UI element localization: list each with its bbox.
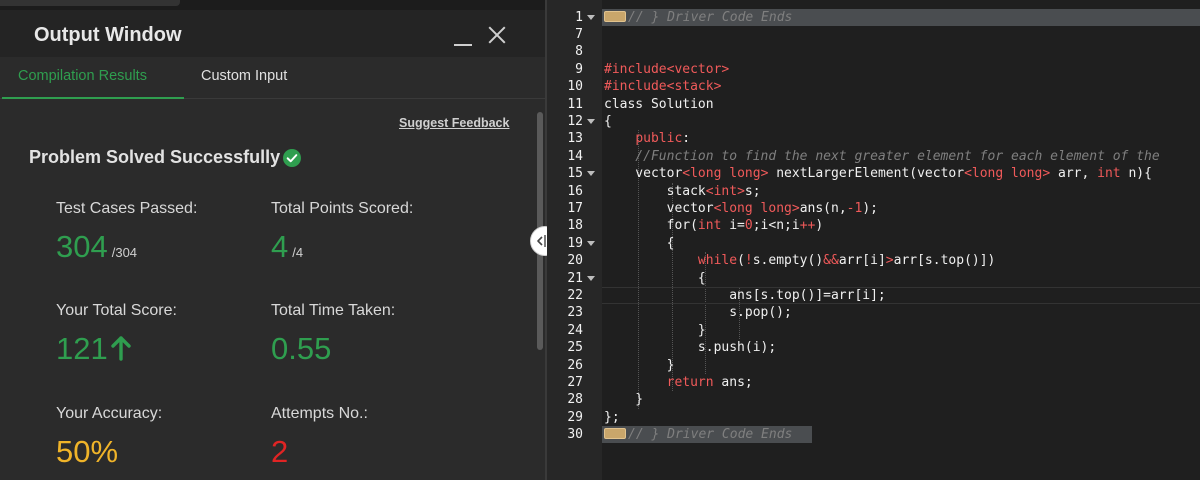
arrow-up-icon <box>111 336 131 361</box>
code-line: public: <box>635 131 691 147</box>
test-cases-passed: 304 <box>56 229 108 264</box>
line-number: 28 <box>567 392 583 408</box>
code-line: }; <box>604 409 620 425</box>
accuracy-value: 50% <box>56 434 119 469</box>
close-icon[interactable] <box>487 24 507 44</box>
test-cases-total: /304 <box>111 245 138 260</box>
code-line: return ans; <box>666 374 753 390</box>
line-number: 23 <box>567 305 583 321</box>
code-line: //Function to find the next greater elem… <box>604 148 1160 164</box>
output-window-titlebar: Output Window <box>0 10 545 57</box>
points-value: 4/4 <box>271 229 303 265</box>
line-number: 21 <box>567 270 583 286</box>
line-number: 27 <box>567 374 583 390</box>
code-line: s.pop(); <box>604 305 792 321</box>
code-line: vector<long long>ans(n,-1); <box>604 200 878 216</box>
line-number: 16 <box>567 183 583 199</box>
line-number: 30 <box>567 427 583 443</box>
line-number: 11 <box>567 96 583 112</box>
check-circle-icon <box>283 148 302 167</box>
total-score-label: Your Total Score: <box>56 302 177 319</box>
code-editor[interactable]: 1 7 8 9 10 11 12 13 14 15 16 17 18 19 20 21 22 23 24 25 26 27… <box>547 0 1200 480</box>
code-line: } <box>604 322 706 338</box>
minimize-icon[interactable] <box>452 28 474 48</box>
total-score-value: 121 <box>56 331 132 367</box>
fold-arrow-icon[interactable] <box>587 274 595 282</box>
total-score: 121 <box>56 331 108 366</box>
fold-arrow-icon[interactable] <box>587 239 595 247</box>
output-window: Output Window Compilation Results Custom… <box>0 0 545 480</box>
code-line: vector<long long> nextLargerElement(vect… <box>604 166 1152 182</box>
points-scored: 4 <box>271 229 289 264</box>
code-line: #include<vector> <box>604 61 730 77</box>
tab-custom-input[interactable]: Custom Input <box>201 68 287 84</box>
fold-arrow-icon[interactable] <box>587 117 595 125</box>
time-taken-value: 0.55 <box>271 331 332 366</box>
line-number-gutter: 1 7 8 9 10 11 12 13 14 15 16 17 18 19 20 21 22 23 24 25 26 27… <box>547 0 597 480</box>
status-text: Problem Solved Successfully <box>29 147 281 167</box>
code-line: } <box>604 392 644 408</box>
fold-arrow-icon[interactable] <box>587 169 595 177</box>
status-title: Problem Solved Successfully <box>29 147 302 168</box>
code-line: { <box>604 235 675 251</box>
code-line: while(!s.empty()&&arr[i]>arr[s.top()]) <box>697 253 996 269</box>
code-line: } <box>604 357 675 373</box>
active-tab-indicator <box>2 97 184 99</box>
code-line: stack<int>s; <box>604 183 761 199</box>
accuracy-label: Your Accuracy: <box>56 405 163 422</box>
code-line: // } Driver Code Ends <box>604 426 792 443</box>
fold-marker-icon[interactable] <box>604 428 626 440</box>
code-line: class Solution <box>604 96 714 112</box>
line-number: 18 <box>567 218 583 234</box>
line-number: 24 <box>567 322 583 338</box>
line-number: 8 <box>575 44 583 60</box>
line-number: 17 <box>567 200 583 216</box>
time-taken-label: Total Time Taken: <box>271 302 396 319</box>
line-number: 15 <box>567 166 583 182</box>
points-total: /4 <box>292 245 304 260</box>
line-number: 13 <box>567 131 583 147</box>
line-number: 10 <box>567 79 583 95</box>
test-cases-label: Test Cases Passed: <box>56 200 198 217</box>
fold-arrow-icon[interactable] <box>587 13 595 21</box>
test-cases-value: 304/304 <box>56 229 137 265</box>
fold-marker-icon[interactable] <box>604 10 626 22</box>
line-number: 14 <box>567 148 583 164</box>
line-number: 19 <box>567 235 583 251</box>
top-strip <box>0 0 545 10</box>
attempts-value: 2 <box>271 434 289 469</box>
code-area[interactable]: // } Driver Code Ends #include<vector> #in… <box>602 0 1200 480</box>
code-line: { <box>604 270 706 286</box>
code-line: ans[s.top()]=arr[i]; <box>604 287 886 303</box>
line-number: 26 <box>567 357 583 373</box>
attempts-label: Attempts No.: <box>271 405 368 422</box>
line-number: 22 <box>567 287 583 303</box>
line-number: 12 <box>567 113 583 129</box>
line-number: 20 <box>567 253 583 269</box>
window-title: Output Window <box>34 24 182 46</box>
code-line: { <box>604 113 612 129</box>
points-label: Total Points Scored: <box>271 200 414 217</box>
top-tab-stub <box>0 0 180 6</box>
code-line: // } Driver Code Ends <box>604 9 792 26</box>
tab-compilation-results[interactable]: Compilation Results <box>18 68 147 84</box>
line-number: 9 <box>575 61 583 77</box>
code-line: #include<stack> <box>604 79 722 95</box>
line-number: 1 <box>575 9 583 25</box>
result-tabs: Compilation Results Custom Input <box>0 57 545 99</box>
line-number: 29 <box>567 409 583 425</box>
line-number: 7 <box>575 26 583 42</box>
code-line: for(int i=0;i<n;i++) <box>604 218 824 234</box>
suggest-feedback-link[interactable]: Suggest Feedback <box>399 116 509 130</box>
code-line: s.push(i); <box>604 340 777 356</box>
line-number: 25 <box>567 340 583 356</box>
